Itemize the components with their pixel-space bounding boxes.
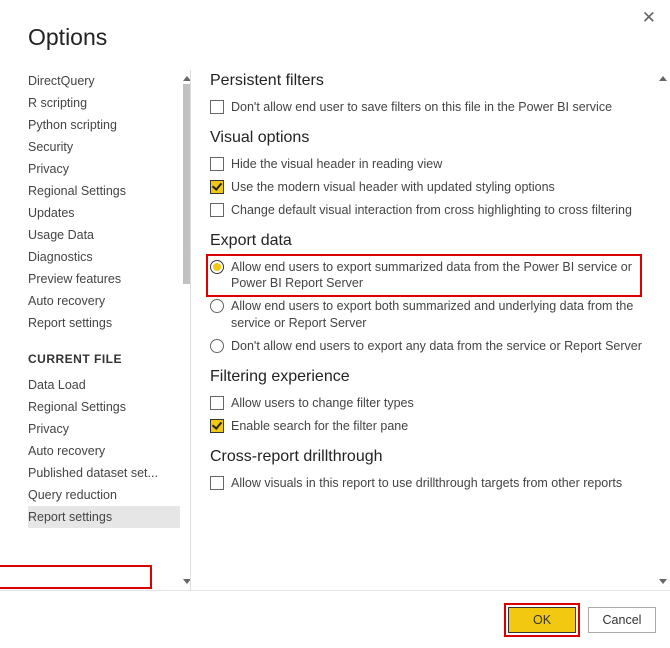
option-row[interactable]: Enable search for the filter pane (210, 415, 642, 438)
sidebar-item[interactable]: Security (28, 136, 180, 158)
option-label: Allow end users to export both summarize… (231, 298, 642, 332)
sidebar-item[interactable]: R scripting (28, 92, 180, 114)
section-title: Cross-report drillthrough (210, 448, 642, 466)
checkbox-control[interactable] (210, 100, 224, 114)
sidebar-item[interactable]: Regional Settings (28, 396, 180, 418)
option-label: Change default visual interaction from c… (231, 202, 642, 219)
ok-button[interactable]: OK (508, 607, 576, 633)
checkbox-control[interactable] (210, 157, 224, 171)
option-row[interactable]: Hide the visual header in reading view (210, 153, 642, 176)
section-title: Visual options (210, 129, 642, 147)
sidebar-item[interactable]: Privacy (28, 158, 180, 180)
section-title: Filtering experience (210, 368, 642, 386)
option-label: Allow end users to export summarized dat… (231, 259, 642, 293)
checkbox-control[interactable] (210, 396, 224, 410)
option-row[interactable]: Change default visual interaction from c… (210, 199, 642, 222)
sidebar-item[interactable]: Auto recovery (28, 440, 180, 462)
sidebar-scrollbar[interactable] (183, 74, 190, 586)
option-label: Don't allow end users to export any data… (231, 338, 642, 355)
option-row[interactable]: Allow visuals in this report to use dril… (210, 472, 642, 495)
option-label: Use the modern visual header with update… (231, 179, 642, 196)
option-label: Hide the visual header in reading view (231, 156, 642, 173)
checkbox-control[interactable] (210, 419, 224, 433)
radio-control[interactable] (210, 339, 224, 353)
sidebar-item[interactable]: DirectQuery (28, 70, 180, 92)
scroll-up-icon[interactable] (659, 76, 667, 81)
cancel-button[interactable]: Cancel (588, 607, 656, 633)
sidebar-item[interactable]: Updates (28, 202, 180, 224)
sidebar-item[interactable]: Privacy (28, 418, 180, 440)
option-label: Enable search for the filter pane (231, 418, 642, 435)
option-row[interactable]: Allow end users to export both summarize… (210, 295, 642, 335)
content-pane: Persistent filters Don't allow end user t… (190, 70, 670, 590)
option-row[interactable]: Allow end users to export summarized dat… (210, 256, 642, 296)
sidebar-item[interactable]: Diagnostics (28, 246, 180, 268)
sidebar-item[interactable]: Report settings (28, 312, 180, 334)
sidebar-item[interactable]: Regional Settings (28, 180, 180, 202)
scroll-down-icon[interactable] (659, 579, 667, 584)
sidebar-item[interactable]: Auto recovery (28, 290, 180, 312)
annotation-box: OK (504, 603, 580, 637)
dialog-footer: OK Cancel (0, 590, 670, 648)
sidebar-item[interactable]: Published dataset set... (28, 462, 180, 484)
option-row[interactable]: Allow users to change filter types (210, 392, 642, 415)
sidebar-item[interactable]: Preview features (28, 268, 180, 290)
option-label: Allow users to change filter types (231, 395, 642, 412)
option-label: Don't allow end user to save filters on … (231, 99, 642, 116)
option-row[interactable]: Don't allow end user to save filters on … (210, 96, 642, 119)
option-row[interactable]: Don't allow end users to export any data… (210, 335, 642, 358)
checkbox-control[interactable] (210, 180, 224, 194)
close-icon[interactable]: ✕ (642, 8, 656, 28)
sidebar-item[interactable]: Python scripting (28, 114, 180, 136)
content-scrollbar[interactable] (659, 74, 666, 586)
section-title: Persistent filters (210, 72, 642, 90)
dialog-title: Options (0, 0, 670, 51)
sidebar-item[interactable]: Query reduction (28, 484, 180, 506)
dialog-body: DirectQueryR scriptingPython scriptingSe… (0, 70, 670, 590)
sidebar-item[interactable]: Data Load (28, 374, 180, 396)
checkbox-control[interactable] (210, 476, 224, 490)
sidebar: DirectQueryR scriptingPython scriptingSe… (0, 70, 190, 590)
sidebar-section-header: CURRENT FILE (28, 352, 180, 366)
radio-control[interactable] (210, 299, 224, 313)
option-label: Allow visuals in this report to use dril… (231, 475, 642, 492)
radio-control[interactable] (210, 260, 224, 274)
sidebar-item[interactable]: Report settings (28, 506, 180, 528)
scroll-thumb[interactable] (183, 84, 190, 284)
checkbox-control[interactable] (210, 203, 224, 217)
option-row[interactable]: Use the modern visual header with update… (210, 176, 642, 199)
section-title: Export data (210, 232, 642, 250)
sidebar-item[interactable]: Usage Data (28, 224, 180, 246)
